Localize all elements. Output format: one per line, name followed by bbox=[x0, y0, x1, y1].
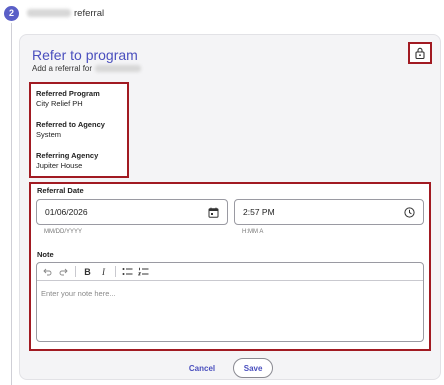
time-format-hint: H:MM A bbox=[242, 229, 264, 235]
form-actions: Cancel Save bbox=[20, 355, 442, 381]
date-input[interactable]: 01/06/2026 bbox=[36, 199, 228, 225]
info-label: Referred Program bbox=[36, 89, 100, 98]
bold-button[interactable]: B bbox=[81, 265, 94, 278]
referral-info-panel: Referred Program City Relief PH Referred… bbox=[29, 82, 129, 178]
lock-icon bbox=[415, 47, 425, 59]
lock-button[interactable] bbox=[408, 42, 432, 64]
note-editor: B I Enter your note here... bbox=[36, 262, 424, 342]
note-input[interactable]: Enter your note here... bbox=[37, 281, 423, 298]
redo-button[interactable] bbox=[57, 265, 70, 278]
referral-form: Referral Date 01/06/2026 MM/DD/YYYY 2:57… bbox=[29, 182, 431, 351]
step-number-badge: 2 bbox=[4, 5, 19, 21]
info-value: Jupiter House bbox=[36, 161, 83, 170]
time-value: 2:57 PM bbox=[243, 207, 275, 217]
step-rail bbox=[11, 23, 12, 385]
bullet-list-icon bbox=[122, 268, 133, 275]
numbered-list-button[interactable] bbox=[137, 265, 150, 278]
step-header: 2 referral bbox=[4, 4, 104, 22]
cancel-button[interactable]: Cancel bbox=[189, 364, 215, 373]
info-value: City Relief PH bbox=[36, 99, 83, 108]
save-button[interactable]: Save bbox=[233, 358, 274, 378]
info-referred-program: Referred Program City Relief PH bbox=[36, 89, 122, 109]
redacted-client-name bbox=[27, 9, 71, 17]
toolbar-divider bbox=[115, 266, 116, 277]
card-subtitle: Add a referral for bbox=[32, 64, 142, 73]
time-input[interactable]: 2:57 PM bbox=[234, 199, 424, 225]
redo-icon bbox=[59, 268, 68, 275]
numbered-list-icon bbox=[138, 267, 149, 276]
info-referring-agency: Referring Agency Jupiter House bbox=[36, 151, 122, 171]
date-format-hint: MM/DD/YYYY bbox=[44, 229, 83, 235]
info-label: Referred to Agency bbox=[36, 120, 105, 129]
undo-button[interactable] bbox=[41, 265, 54, 278]
date-value: 01/06/2026 bbox=[45, 207, 88, 217]
bullet-list-button[interactable] bbox=[121, 265, 134, 278]
info-value: System bbox=[36, 130, 62, 139]
redacted-client-name bbox=[95, 65, 142, 72]
info-referred-agency: Referred to Agency System bbox=[36, 120, 122, 140]
editor-toolbar: B I bbox=[37, 263, 423, 281]
toolbar-divider bbox=[75, 266, 76, 277]
card-title: Refer to program bbox=[32, 47, 138, 63]
referral-date-label: Referral Date bbox=[37, 186, 84, 195]
clock-icon[interactable] bbox=[404, 206, 415, 218]
card-subtitle-text: Add a referral for bbox=[32, 64, 93, 73]
calendar-icon[interactable] bbox=[208, 207, 219, 218]
info-label: Referring Agency bbox=[36, 151, 99, 160]
note-label: Note bbox=[37, 250, 54, 259]
step-label: referral bbox=[74, 7, 105, 19]
italic-button[interactable]: I bbox=[97, 265, 110, 278]
undo-icon bbox=[43, 268, 52, 275]
referral-card: Refer to program Add a referral for Refe… bbox=[19, 34, 441, 380]
